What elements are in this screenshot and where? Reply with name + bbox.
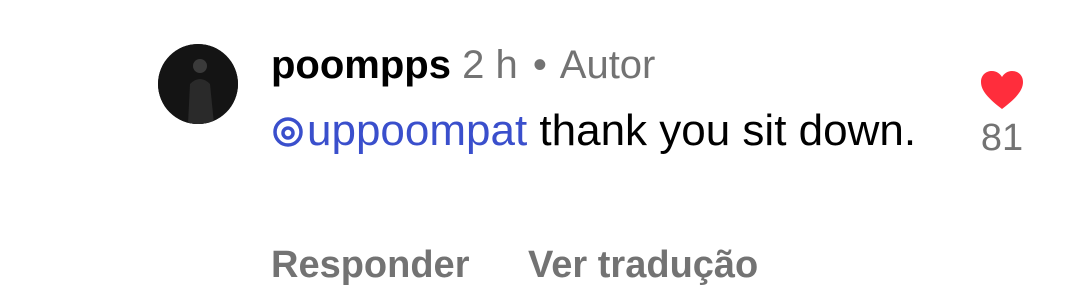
comment-meta: poompps 2 h • Autor [271,40,951,90]
comment-time: 2 h [462,43,518,87]
like-count: 81 [980,117,1024,159]
comment-body: poompps 2 h • Autor uppoompat thank you … [271,40,951,162]
heart-icon[interactable] [980,70,1024,110]
avatar[interactable] [158,44,238,124]
comment-text: uppoompat thank you sit down. [271,100,931,162]
like-control: 81 [972,70,1032,160]
separator-dot: • [532,43,547,87]
mention-link[interactable]: uppoompat [271,106,527,155]
translate-button[interactable]: Ver tradução [528,244,758,286]
comment-actions: Responder Ver tradução [271,240,758,290]
avatar-image [158,44,238,124]
reply-button[interactable]: Responder [271,244,469,286]
mention-text: uppoompat [307,106,528,155]
comment-message: thank you sit down. [527,106,917,155]
author-badge: Autor [559,43,656,87]
username[interactable]: poompps [271,43,451,87]
threads-icon [273,117,303,147]
